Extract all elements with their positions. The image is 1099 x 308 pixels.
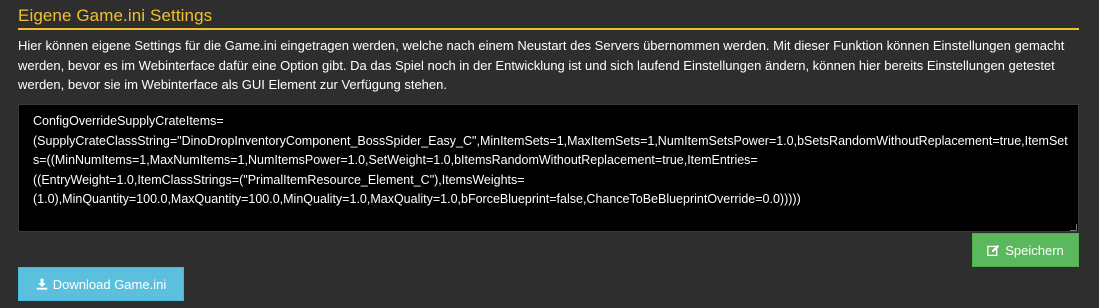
edit-icon — [987, 244, 1000, 257]
download-icon — [36, 278, 48, 290]
resize-grip[interactable] — [1070, 224, 1077, 231]
title-divider — [18, 28, 1079, 30]
game-ini-editor[interactable]: ConfigOverrideSupplyCrateItems= (SupplyC… — [18, 104, 1079, 232]
download-button-label: Download Game.ini — [52, 276, 167, 292]
section-title: Eigene Game.ini Settings — [18, 6, 213, 25]
section-description: Hier können eigene Settings für die Game… — [18, 38, 1065, 92]
save-button-label: Speichern — [1005, 242, 1064, 258]
save-button[interactable]: Speichern — [972, 233, 1079, 267]
download-button[interactable]: Download Game.ini — [18, 267, 184, 301]
